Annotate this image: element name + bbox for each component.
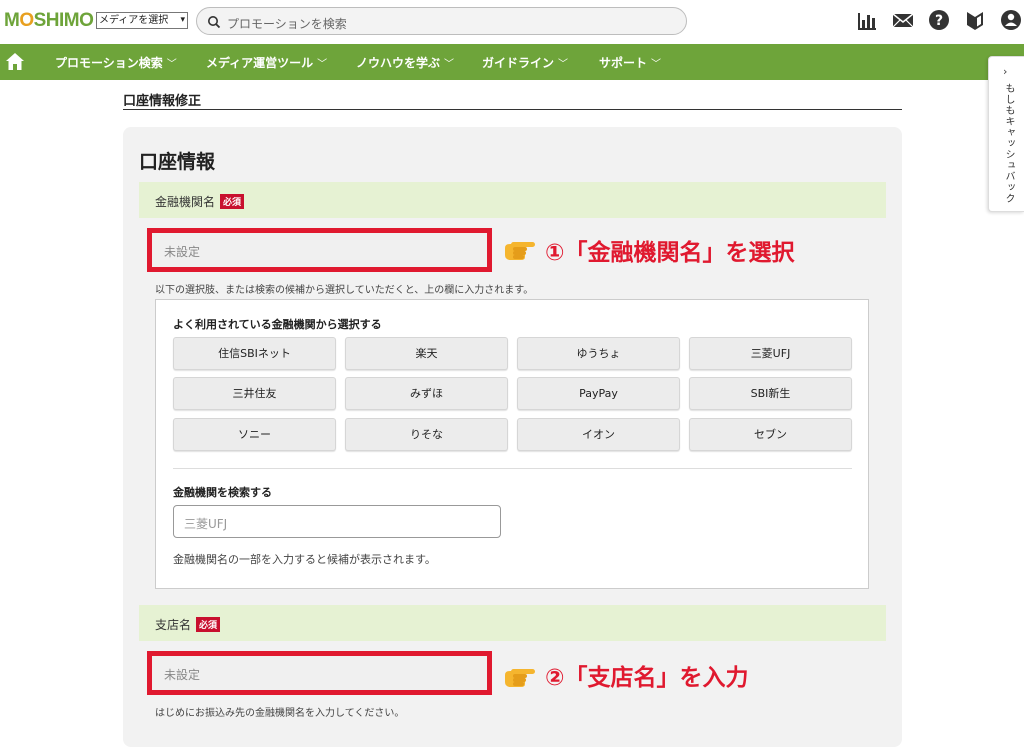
nav-item-guideline[interactable]: ガイドライン ﹀ — [482, 54, 568, 71]
bank-button-sbi-shinsei[interactable]: SBI新生 — [689, 377, 852, 410]
bank-search-heading: 金融機関を検索する — [173, 486, 272, 499]
chevron-down-icon: ﹀ — [444, 59, 455, 70]
mail-icon[interactable] — [892, 9, 914, 31]
card-title: 口座情報 — [139, 151, 216, 173]
main-nav: プロモーション検索 ﹀ メディア運営ツール ﹀ ノウハウを学ぶ ﹀ ガイドライン ﹀ サ… — [0, 44, 1024, 80]
bank-button-mufg[interactable]: 三菱UFJ — [689, 337, 852, 370]
promotion-search-input[interactable]: プロモーションを検索 — [196, 7, 687, 35]
search-icon — [208, 16, 221, 29]
divider — [173, 468, 852, 469]
chevron-down-icon: ﹀ — [317, 59, 328, 70]
nav-item-knowhow[interactable]: ノウハウを学ぶ ﹀ — [356, 54, 454, 71]
nav-item-promotion-search[interactable]: プロモーション検索 ﹀ — [55, 54, 177, 71]
side-tab-label: もしもキャッシュバック — [1003, 83, 1014, 204]
bank-button-smbc[interactable]: 三井住友 — [173, 377, 336, 410]
title-divider — [123, 109, 902, 110]
report-icon[interactable] — [856, 9, 878, 31]
chevron-right-icon: › — [1003, 65, 1008, 78]
nav-item-support[interactable]: サポート ﹀ — [599, 54, 661, 71]
account-icon[interactable] — [1000, 9, 1022, 31]
bank-label: 金融機関名 — [155, 195, 216, 209]
chevron-down-icon: ▾ — [180, 15, 185, 25]
bank-name-field[interactable]: 未設定 — [147, 228, 492, 272]
branch-label: 支店名 — [155, 618, 192, 632]
beginner-icon[interactable] — [964, 9, 986, 31]
page-title: 口座情報修正 — [123, 94, 202, 109]
pointing-hand-icon — [505, 242, 535, 260]
bank-button-rakuten[interactable]: 楽天 — [345, 337, 508, 370]
svg-text:?: ? — [935, 13, 943, 29]
help-icon[interactable]: ? — [928, 9, 950, 31]
bank-search-input[interactable]: 三菱UFJ — [173, 505, 501, 538]
top-bar: MOSHIMO メディアを選択 ▾ プロモーションを検索 ? — [0, 0, 1024, 44]
frequent-banks-heading: よく利用されている金融機関から選択する — [173, 318, 382, 331]
bank-button-aeon[interactable]: イオン — [517, 418, 680, 451]
bank-button-sony[interactable]: ソニー — [173, 418, 336, 451]
bank-search-note: 金融機関名の一部を入力すると候補が表示されます。 — [173, 553, 436, 566]
chevron-down-icon: ﹀ — [558, 59, 569, 70]
branch-name-field[interactable]: 未設定 — [147, 651, 492, 695]
step1-annotation: ①「金融機関名」を選択 — [545, 240, 795, 266]
cashback-side-tab[interactable]: › もしもキャッシュバック — [988, 56, 1024, 212]
bank-button-sumishin-sbi[interactable]: 住信SBIネット — [173, 337, 336, 370]
nav-item-media-tools[interactable]: メディア運営ツール ﹀ — [206, 54, 327, 71]
pointing-hand-icon — [505, 669, 535, 687]
chevron-down-icon: ﹀ — [651, 59, 662, 70]
bank-selection-box: よく利用されている金融機関から選択する 住信SBIネット 楽天 ゆうちょ 三菱U… — [155, 299, 869, 589]
required-badge: 必須 — [196, 617, 221, 632]
bank-button-paypay[interactable]: PayPay — [517, 377, 680, 410]
branch-section-header: 支店名 必須 — [139, 605, 886, 641]
bank-button-seven[interactable]: セブン — [689, 418, 852, 451]
moshimo-logo[interactable]: MOSHIMO — [4, 10, 94, 32]
home-icon[interactable] — [5, 52, 25, 71]
step2-annotation: ②「支店名」を入力 — [545, 665, 749, 691]
bank-hint: 以下の選択肢、または検索の候補から選択していただくと、上の欄に入力されます。 — [155, 285, 534, 296]
branch-hint: はじめにお振込み先の金融機関名を入力してください。 — [155, 708, 405, 719]
bank-button-resona[interactable]: りそな — [345, 418, 508, 451]
bank-button-mizuho[interactable]: みずほ — [345, 377, 508, 410]
bank-section-header: 金融機関名 必須 — [139, 182, 886, 218]
required-badge: 必須 — [220, 194, 245, 209]
media-select[interactable]: メディアを選択 ▾ — [96, 12, 188, 29]
chevron-down-icon: ﹀ — [166, 59, 177, 70]
bank-button-yucho[interactable]: ゆうちょ — [517, 337, 680, 370]
